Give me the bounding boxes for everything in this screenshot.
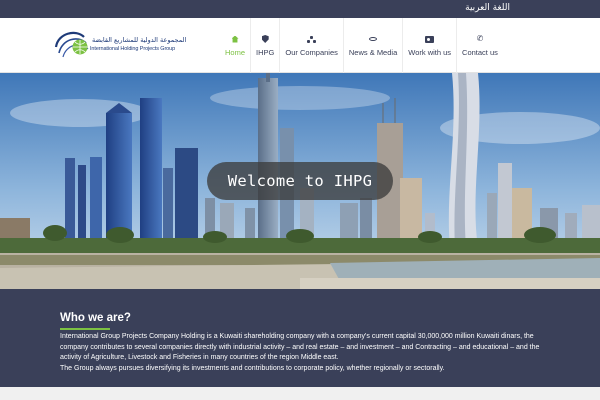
nav-item-news-media[interactable]: News & Media bbox=[342, 18, 402, 73]
nav-label-ihpg: IHPG bbox=[256, 48, 275, 57]
nav-label-home: Home bbox=[225, 48, 246, 57]
welcome-banner: Welcome to IHPG bbox=[207, 162, 393, 200]
arabic-language-link[interactable]: اللغة العربية bbox=[465, 3, 510, 13]
nav-label-work-with-us: Work with us bbox=[408, 48, 452, 57]
shield-icon bbox=[260, 34, 270, 44]
about-paragraph: International Group Projects Company Hol… bbox=[60, 333, 540, 361]
top-bar: اللغة العربية bbox=[0, 0, 600, 18]
nav-item-home[interactable]: Home bbox=[220, 18, 250, 73]
ihpg-logo[interactable]: المجموعة الدولية للمشاريع القابضة Intern… bbox=[54, 27, 186, 63]
nav-label-contact-us: Contact us bbox=[462, 48, 498, 57]
main-navigation: Home IHPG Our Companies News & Media Wor… bbox=[220, 18, 503, 73]
home-icon bbox=[230, 34, 240, 44]
nav-label-our-companies: Our Companies bbox=[285, 48, 338, 57]
nav-label-news-media: News & Media bbox=[348, 48, 398, 57]
nav-item-contact-us[interactable]: ✆ Contact us bbox=[456, 18, 503, 73]
hero-banner: Welcome to IHPG bbox=[0, 73, 600, 289]
next-section-edge bbox=[0, 387, 600, 400]
logo-name-arabic: المجموعة الدولية للمشاريع القابضة bbox=[92, 36, 187, 44]
section-title: Who we are? bbox=[60, 312, 131, 324]
nav-item-work-with-us[interactable]: Work with us bbox=[402, 18, 456, 73]
id-card-icon bbox=[425, 34, 435, 44]
globe-swoosh-icon bbox=[54, 31, 89, 58]
nav-item-our-companies[interactable]: Our Companies bbox=[279, 18, 343, 73]
title-underline bbox=[60, 328, 110, 330]
logo-name-english: International Holding Projects Group bbox=[90, 46, 176, 52]
who-we-are-section: Who we are? International Group Projects… bbox=[0, 289, 600, 387]
phone-icon: ✆ bbox=[476, 34, 484, 43]
eye-icon bbox=[368, 34, 378, 44]
about-description: International Group Projects Company Hol… bbox=[60, 332, 540, 374]
site-header: المجموعة الدولية للمشاريع القابضة Intern… bbox=[0, 18, 600, 73]
nav-item-ihpg[interactable]: IHPG bbox=[250, 18, 279, 73]
about-paragraph: The Group always pursues diversifying it… bbox=[60, 364, 445, 372]
sitemap-icon bbox=[307, 34, 317, 44]
